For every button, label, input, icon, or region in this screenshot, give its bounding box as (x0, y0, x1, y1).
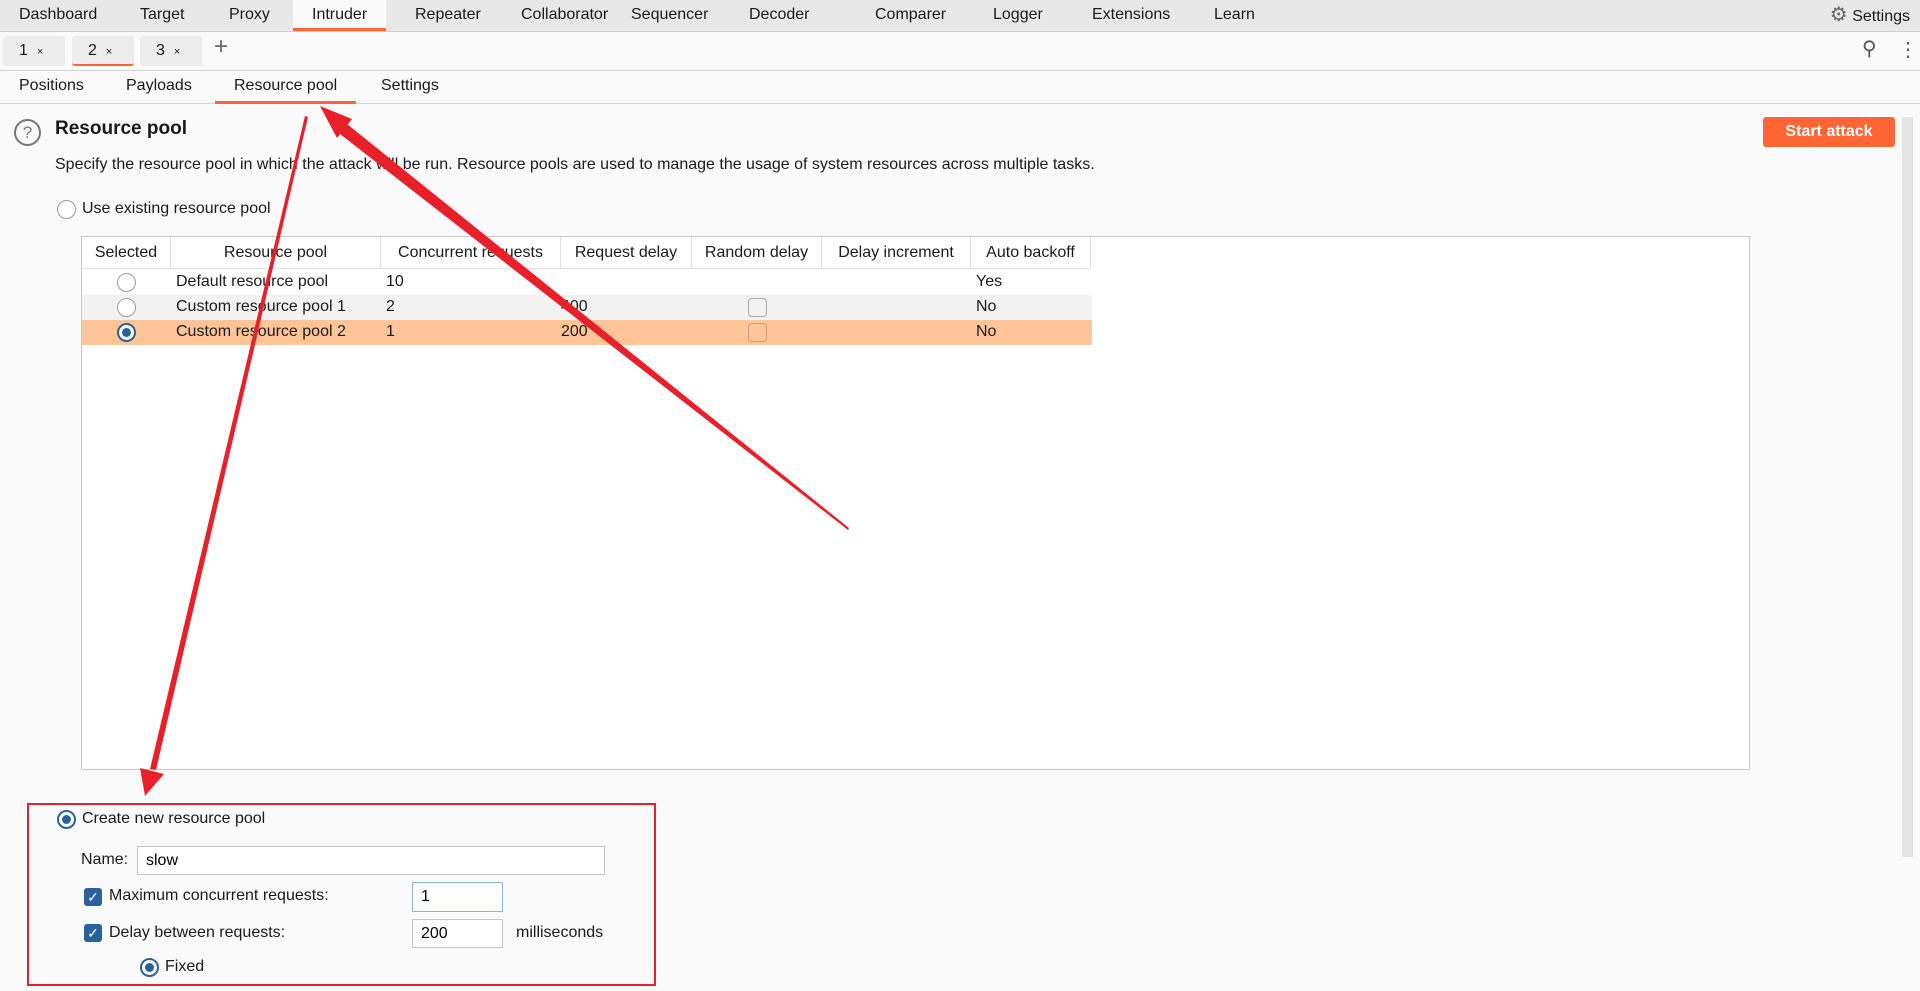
annotation-arrow-up (340, 124, 849, 530)
annotation-arrow-down (150, 116, 308, 770)
annotation-arrow-down-head (140, 768, 164, 796)
annotation-arrows (140, 106, 849, 796)
